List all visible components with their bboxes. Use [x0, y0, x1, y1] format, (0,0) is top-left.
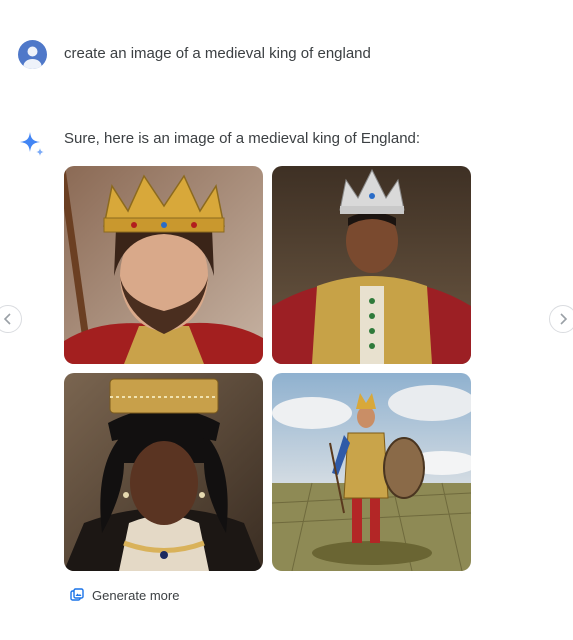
bearded-king-portrait-icon	[64, 166, 263, 364]
previous-arrow-button[interactable]	[0, 305, 22, 333]
generate-more-label: Generate more	[92, 587, 180, 603]
generated-image-3[interactable]	[64, 373, 263, 571]
user-avatar	[18, 40, 47, 69]
user-prompt-text: create an image of a medieval king of en…	[64, 45, 371, 62]
generated-image-2[interactable]	[272, 166, 471, 364]
king-in-jeweled-crown-portrait-icon	[272, 166, 471, 364]
queen-in-crown-portrait-icon	[64, 373, 263, 571]
generated-image-1[interactable]	[64, 166, 263, 364]
image-stack-icon	[70, 588, 84, 601]
generate-more-button[interactable]: Generate more	[70, 583, 179, 607]
gemini-sparkle-icon	[18, 130, 46, 158]
generated-image-4[interactable]	[272, 373, 471, 571]
armored-warrior-with-shield-icon	[272, 373, 471, 571]
chevron-left-icon	[3, 313, 11, 325]
next-arrow-button[interactable]	[549, 305, 573, 333]
chevron-right-icon	[560, 313, 568, 325]
response-text: Sure, here is an image of a medieval kin…	[64, 130, 421, 147]
